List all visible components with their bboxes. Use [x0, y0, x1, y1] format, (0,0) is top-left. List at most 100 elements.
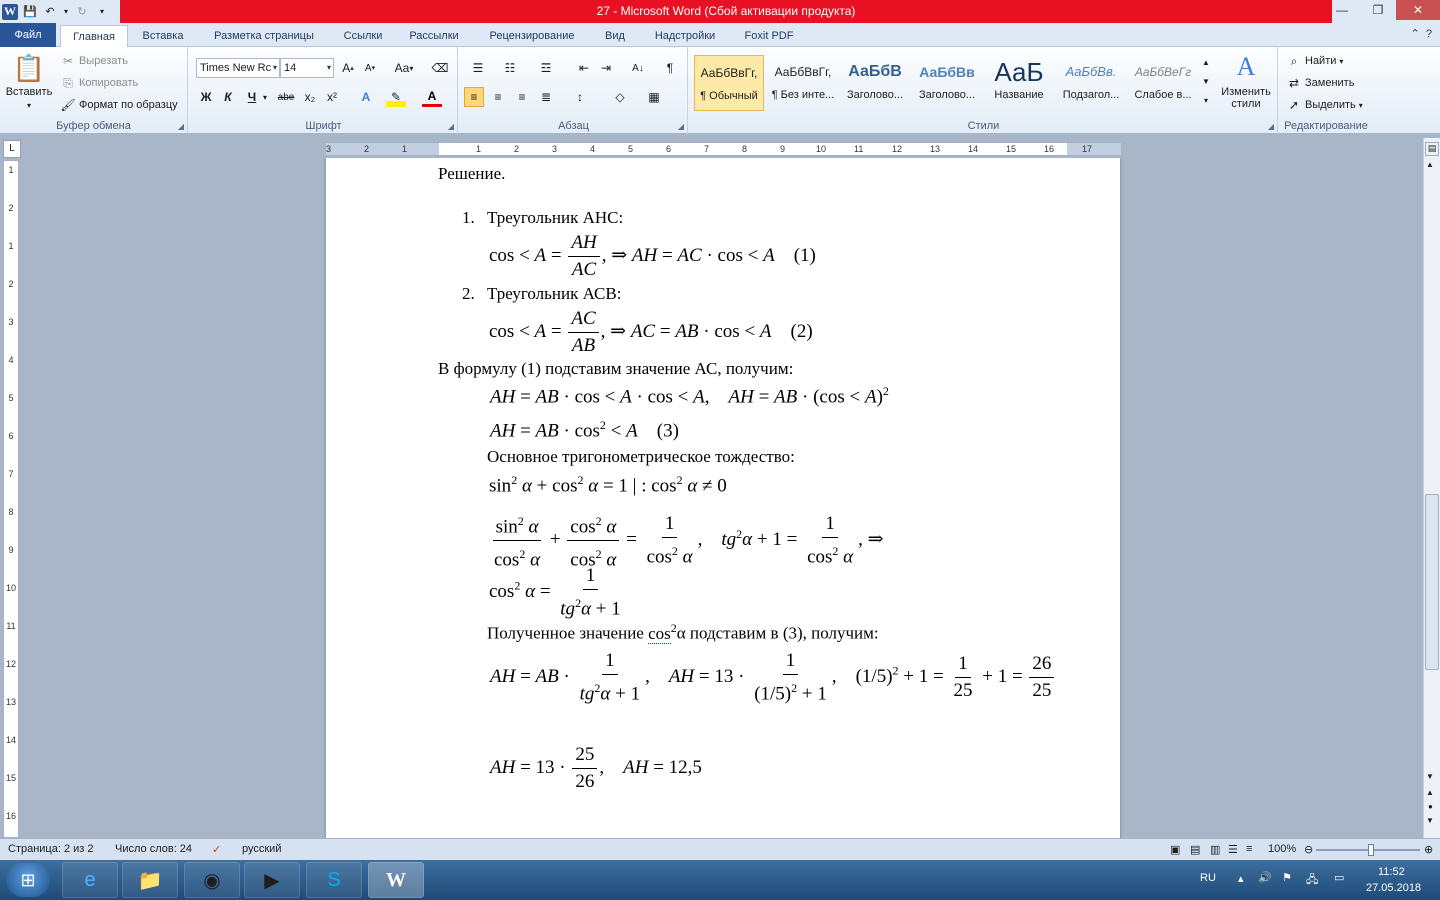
next-page-icon[interactable]: ▼ — [1426, 816, 1434, 825]
font-size-combo[interactable]: 14 ▾ — [280, 58, 334, 78]
chevron-down-icon[interactable]: ▼ — [1202, 74, 1210, 90]
italic-button[interactable]: К — [218, 87, 238, 107]
format-painter-button[interactable]: 🖌 Формат по образцу — [60, 97, 177, 113]
subscript-button[interactable]: x₂ — [300, 87, 320, 107]
style-subtitle[interactable]: АаБбВв. Подзагол... — [1056, 55, 1126, 111]
sort-icon[interactable]: A↓ — [628, 58, 648, 78]
input-language[interactable]: RU — [1200, 872, 1216, 884]
proofing-icon[interactable]: ✓ — [212, 843, 221, 856]
styles-scroll[interactable]: ▲ ▼ ▾ — [1202, 55, 1210, 109]
restore-button[interactable]: ❐ — [1360, 0, 1396, 20]
save-icon[interactable]: 💾 — [22, 4, 38, 20]
align-left-icon[interactable]: ≡ — [464, 87, 484, 107]
style-title[interactable]: АаБ Название — [984, 55, 1054, 111]
tab-foxit-pdf[interactable]: Foxit PDF — [736, 25, 802, 47]
clock-date[interactable]: 27.05.2018 — [1366, 882, 1421, 894]
superscript-button[interactable]: x² — [322, 87, 342, 107]
horizontal-ruler[interactable]: 3 2 1 1 2 3 4 5 6 7 8 9 10 11 12 13 14 1… — [325, 142, 1122, 156]
font-name-combo[interactable]: Times New Rc ▾ — [196, 58, 280, 78]
dialog-launcher-icon[interactable]: ◢ — [678, 122, 684, 131]
strikethrough-button[interactable]: abe — [276, 87, 296, 107]
multilevel-list-icon[interactable]: ☲ — [536, 58, 556, 78]
scrollbar-thumb[interactable] — [1425, 494, 1439, 670]
customize-qat-icon[interactable]: ▾ — [94, 4, 110, 20]
redo-icon[interactable]: ↻ — [74, 4, 90, 20]
font-color-icon[interactable]: A — [422, 87, 442, 107]
print-layout-icon[interactable]: ▣ — [1170, 843, 1180, 856]
grow-font-icon[interactable]: A ▴ — [338, 58, 358, 78]
style-heading-1[interactable]: АаБбВ Заголово... — [840, 55, 910, 111]
zoom-slider-thumb[interactable] — [1368, 844, 1374, 856]
tab-file[interactable]: Файл — [0, 23, 56, 47]
style-heading-2[interactable]: АаБбВв Заголово... — [912, 55, 982, 111]
style-normal[interactable]: АаБбВвГг, ¶ Обычный — [694, 55, 764, 111]
display-icon[interactable]: ▭ — [1334, 871, 1344, 884]
tab-mailings[interactable]: Рассылки — [400, 25, 468, 47]
text-effects-icon[interactable]: A — [356, 87, 376, 107]
decrease-indent-icon[interactable]: ⇤ — [574, 58, 594, 78]
bullets-icon[interactable]: ☰ — [468, 58, 488, 78]
start-button[interactable]: ⊞ — [6, 863, 50, 897]
tab-references[interactable]: Ссылки — [334, 25, 392, 47]
tab-home[interactable]: Главная — [60, 25, 128, 48]
dialog-launcher-icon[interactable]: ◢ — [178, 122, 184, 131]
find-button[interactable]: ⌕ Найти ▾ — [1286, 53, 1344, 69]
tab-insert[interactable]: Вставка — [134, 25, 192, 47]
document-page[interactable]: Решение. 1. Треугольник АНС: cos < A = A… — [326, 158, 1120, 838]
numbering-icon[interactable]: ☷ — [500, 58, 520, 78]
align-right-icon[interactable]: ≡ — [512, 87, 532, 107]
word-app-icon[interactable]: W — [2, 3, 18, 20]
dialog-launcher-icon[interactable]: ◢ — [448, 122, 454, 131]
tab-addins[interactable]: Надстройки — [644, 25, 726, 47]
zoom-in-icon[interactable]: ⊕ — [1424, 843, 1433, 856]
taskbar-media-player[interactable]: ▶ — [244, 862, 300, 898]
outline-icon[interactable]: ☰ — [1228, 843, 1238, 856]
dialog-launcher-icon[interactable]: ◢ — [1268, 122, 1274, 131]
tab-view[interactable]: Вид — [596, 25, 634, 47]
style-no-spacing[interactable]: АаБбВвГг, ¶ Без инте... — [768, 55, 838, 111]
language-indicator[interactable]: русский — [242, 843, 281, 855]
tab-review[interactable]: Рецензирование — [478, 25, 586, 47]
web-layout-icon[interactable]: ▥ — [1210, 843, 1220, 856]
replace-button[interactable]: ⇄ Заменить — [1286, 75, 1354, 91]
document-area[interactable]: Решение. 1. Треугольник АНС: cos < A = A… — [24, 158, 1420, 838]
network-icon[interactable]: 🖧 — [1306, 871, 1318, 890]
taskbar-chrome[interactable]: ◉ — [184, 862, 240, 898]
chevron-down-icon[interactable]: ▾ — [62, 4, 70, 20]
show-marks-icon[interactable]: ¶ — [660, 58, 680, 78]
ruler-toggle-icon[interactable]: ▤ — [1425, 142, 1439, 156]
action-center-icon[interactable]: ⚑ — [1282, 871, 1292, 884]
clear-formatting-icon[interactable]: ⌫ — [430, 58, 450, 78]
full-reading-icon[interactable]: ▤ — [1190, 843, 1200, 856]
zoom-level[interactable]: 100% — [1268, 843, 1296, 855]
tab-selector[interactable]: L — [3, 140, 21, 158]
bold-button[interactable]: Ж — [196, 87, 216, 107]
zoom-out-icon[interactable]: ⊖ — [1304, 843, 1313, 856]
scroll-down-icon[interactable]: ▼ — [1426, 772, 1434, 781]
paste-button[interactable]: 📋 Вставить ▾ — [6, 53, 53, 110]
ribbon-help-icons[interactable]: ⌃ ? — [1411, 27, 1432, 40]
style-subtle-emphasis[interactable]: АаБбВеГг Слабое в... — [1128, 55, 1198, 111]
taskbar-skype[interactable]: S — [306, 862, 362, 898]
shading-icon[interactable]: ◇ — [610, 87, 630, 107]
vertical-scrollbar[interactable]: ▤ ▲ ▼ ▲ ● ▼ — [1423, 138, 1440, 838]
scroll-up-icon[interactable]: ▲ — [1426, 160, 1434, 169]
vertical-ruler[interactable]: 1 2 1 2 3 4 5 6 7 8 9 10 11 12 13 14 15 … — [3, 160, 19, 838]
taskbar-word[interactable]: W — [368, 862, 424, 898]
taskbar-ie[interactable]: e — [62, 862, 118, 898]
chevron-up-icon[interactable]: ▲ — [1202, 55, 1210, 71]
browse-object-icon[interactable]: ● — [1428, 802, 1433, 811]
change-case-button[interactable]: Aa ▾ — [390, 58, 418, 78]
copy-button[interactable]: ⎘ Копировать — [60, 75, 138, 91]
justify-icon[interactable]: ≣ — [536, 87, 556, 107]
align-center-icon[interactable]: ≡ — [488, 87, 508, 107]
increase-indent-icon[interactable]: ⇥ — [596, 58, 616, 78]
underline-button[interactable]: Ч — [242, 87, 262, 107]
cut-button[interactable]: ✂ Вырезать — [60, 53, 128, 69]
undo-icon[interactable]: ↶ — [42, 4, 58, 20]
volume-icon[interactable]: 🔊 — [1258, 871, 1272, 884]
shrink-font-icon[interactable]: A ▾ — [360, 58, 380, 78]
chevron-down-icon[interactable]: ▾ — [260, 87, 270, 107]
tab-page-layout[interactable]: Разметка страницы — [202, 25, 326, 47]
change-styles-button[interactable]: A Изменить стили — [1216, 51, 1276, 110]
